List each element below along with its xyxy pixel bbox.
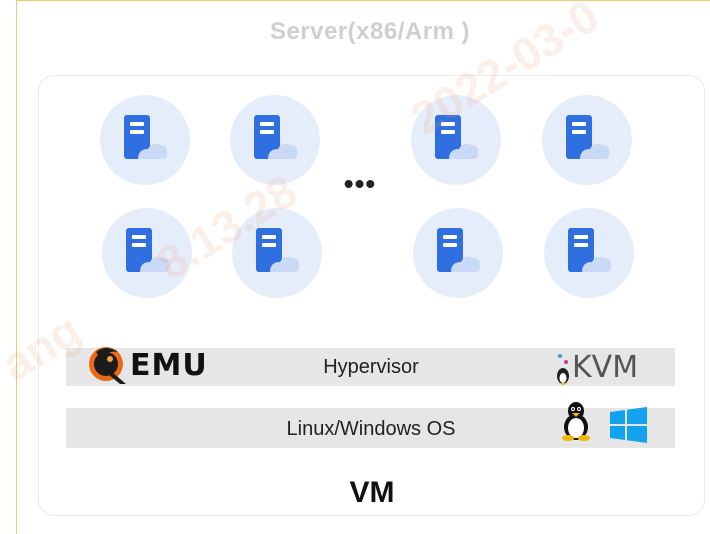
more-vms-ellipsis: •••: [343, 168, 377, 199]
kvm-penguin-icon: [557, 354, 569, 385]
server-cloud-icon: [254, 115, 298, 159]
kvm-text: KVM: [572, 350, 639, 385]
vm-server-icon: [411, 95, 501, 185]
kvm-logo: KVM: [554, 348, 654, 386]
server-cloud-icon: [566, 115, 610, 159]
vm-server-icon: [102, 208, 192, 298]
server-cloud-icon: [126, 228, 170, 272]
vm-server-icon: [230, 95, 320, 185]
server-title: Server(x86/Arm ): [269, 18, 471, 45]
server-cloud-icon: [435, 115, 479, 159]
qemu-text: EMU: [130, 348, 208, 383]
qemu-logo: EMU: [86, 342, 216, 386]
os-bar: Linux/Windows OS: [66, 402, 675, 448]
vm-label: VM: [349, 476, 395, 509]
windows-logo-icon: [610, 407, 647, 443]
hypervisor-bar: EMU Hypervisor KVM: [66, 347, 675, 386]
server-cloud-icon: [437, 228, 481, 272]
linux-tux-icon: [562, 402, 590, 441]
hypervisor-label: Hypervisor: [323, 356, 419, 378]
os-label: Linux/Windows OS: [286, 418, 456, 440]
server-cloud-icon: [124, 115, 168, 159]
server-cloud-icon: [256, 228, 300, 272]
server-cloud-icon: [568, 228, 612, 272]
qemu-q-icon: [89, 347, 126, 384]
vm-server-icon: [232, 208, 322, 298]
vm-server-icon: [542, 95, 632, 185]
vm-server-icon: [100, 95, 190, 185]
vm-server-icon: [544, 208, 634, 298]
vm-server-icon: [413, 208, 503, 298]
